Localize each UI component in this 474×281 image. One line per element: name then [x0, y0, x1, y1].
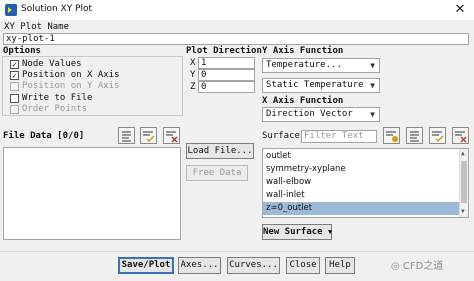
- plot-direction-heading: Plot Direction: [186, 46, 262, 56]
- surface-item-wall-inlet[interactable]: wall-inlet: [263, 189, 468, 202]
- new-surface-button[interactable]: New Surface ▼: [262, 224, 332, 240]
- window-title: Solution XY Plot: [21, 4, 93, 14]
- watermark-text: CFD之道: [402, 261, 444, 272]
- scroll-down-icon[interactable]: ▼: [461, 208, 465, 215]
- axes-button[interactable]: Axes...: [178, 257, 221, 274]
- y-axis-quantity-value: Static Temperature: [266, 80, 364, 90]
- y-axis-category-dropdown[interactable]: Temperature... ▼: [262, 58, 380, 73]
- list-icon[interactable]: [406, 127, 423, 144]
- watermark: ◎ CFD之道: [391, 257, 443, 272]
- y-axis-category-value: Temperature...: [266, 60, 342, 70]
- plot-name-input[interactable]: xy-plot-1: [3, 33, 469, 45]
- surface-item-z0-outlet[interactable]: z=0_outlet: [263, 202, 459, 215]
- surface-item-outlet[interactable]: outlet: [263, 150, 468, 163]
- wechat-icon: ◎: [391, 261, 400, 272]
- write-to-file-checkbox[interactable]: [10, 94, 19, 103]
- surfaces-scrollbar[interactable]: ▲ ▼: [459, 149, 468, 217]
- save-plot-button[interactable]: Save/Plot: [118, 257, 174, 274]
- surface-filter-icon[interactable]: [383, 127, 400, 144]
- position-x-axis-label: Position on X Axis: [22, 70, 120, 80]
- deselect-all-icon[interactable]: [163, 127, 180, 144]
- y-direction-input[interactable]: 0: [198, 69, 255, 81]
- surfaces-filter-input[interactable]: Filter Text: [301, 130, 377, 143]
- list-icon[interactable]: [118, 127, 135, 144]
- load-file-button[interactable]: Load File...: [186, 143, 254, 159]
- x-axis-function-value: Direction Vector: [266, 109, 353, 119]
- deselect-all-icon[interactable]: [452, 127, 469, 144]
- y-axis-quantity-dropdown[interactable]: Static Temperature ▼: [262, 78, 380, 93]
- surfaces-list[interactable]: outlet symmetry-xyplane wall-elbow wall-…: [262, 148, 469, 218]
- y-direction-label: Y: [190, 70, 196, 80]
- scroll-up-icon[interactable]: ▲: [461, 150, 465, 157]
- order-points-label: Order Points: [22, 104, 88, 114]
- z-direction-input[interactable]: 0: [198, 81, 255, 93]
- scrollbar-thumb[interactable]: [461, 161, 467, 203]
- write-to-file-label: Write to File: [22, 93, 93, 103]
- position-x-axis-checkbox[interactable]: ✓: [10, 71, 19, 80]
- x-direction-label: X: [190, 58, 196, 68]
- help-button[interactable]: Help: [325, 257, 355, 274]
- x-axis-function-heading: X Axis Function: [262, 96, 344, 106]
- title-bar: Solution XY Plot ✕: [0, 0, 474, 20]
- chevron-down-icon: ▼: [370, 110, 375, 119]
- plot-name-label: XY Plot Name: [4, 22, 70, 32]
- position-y-axis-checkbox: [10, 82, 19, 91]
- file-data-list[interactable]: [3, 147, 181, 240]
- curves-button[interactable]: Curves...: [227, 257, 280, 274]
- chevron-down-icon: ▼: [370, 81, 375, 90]
- select-all-icon[interactable]: [140, 127, 157, 144]
- position-y-axis-label: Position on Y Axis: [22, 81, 120, 91]
- surface-item-symmetry-xyplane[interactable]: symmetry-xyplane: [263, 163, 468, 176]
- order-points-checkbox: [10, 105, 19, 114]
- free-data-button: Free Data: [186, 165, 248, 181]
- x-direction-input[interactable]: 1: [198, 57, 255, 69]
- new-surface-label: New Surface: [263, 227, 323, 237]
- node-values-checkbox[interactable]: ✓: [10, 60, 19, 69]
- select-all-icon[interactable]: [429, 127, 446, 144]
- solution-xy-plot-dialog: Solution XY Plot ✕ XY Plot Name xy-plot-…: [0, 0, 474, 281]
- options-heading: Options: [3, 46, 41, 56]
- close-button[interactable]: Close: [286, 257, 320, 274]
- chevron-down-icon: ▼: [328, 228, 333, 236]
- fluent-app-icon: [5, 4, 17, 16]
- chevron-down-icon: ▼: [370, 61, 375, 70]
- surface-item-wall-elbow[interactable]: wall-elbow: [263, 176, 468, 189]
- node-values-label: Node Values: [22, 59, 82, 69]
- z-direction-label: Z: [190, 82, 196, 92]
- surfaces-heading: Surfaces: [262, 131, 306, 141]
- file-data-heading: File Data [0/0]: [3, 131, 85, 141]
- y-axis-function-heading: Y Axis Function: [262, 46, 344, 56]
- x-axis-function-dropdown[interactable]: Direction Vector ▼: [262, 107, 380, 122]
- close-window-icon[interactable]: ✕: [452, 2, 468, 18]
